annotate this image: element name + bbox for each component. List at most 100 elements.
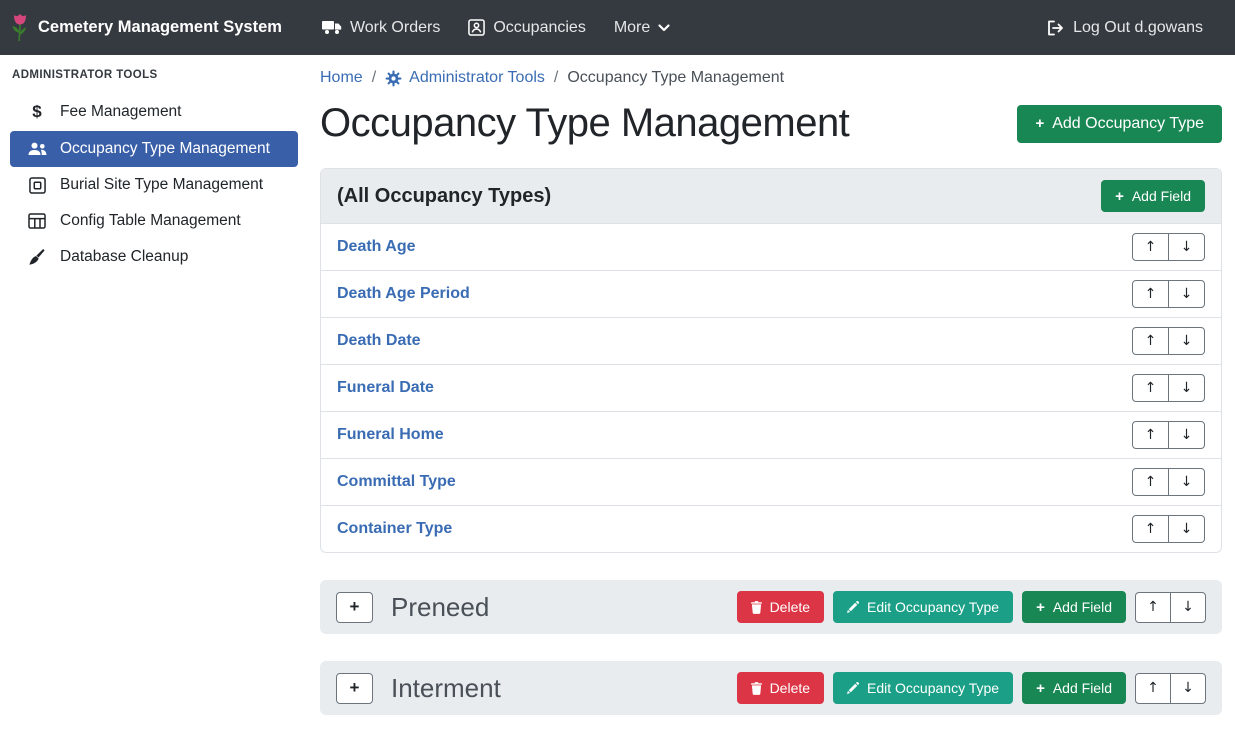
trash-icon <box>751 601 762 614</box>
breadcrumb-current: Occupancy Type Management <box>567 69 784 87</box>
app-title: Cemetery Management System <box>38 18 282 37</box>
field-link-death-age-period[interactable]: Death Age Period <box>337 285 470 303</box>
breadcrumb: Home / Administrator Tools <box>320 69 1222 87</box>
sidebar-item-label: Fee Management <box>60 103 182 121</box>
nav-work-orders[interactable]: Work Orders <box>308 11 454 45</box>
move-up-button[interactable]: ↑ <box>1132 233 1169 261</box>
move-up-button[interactable]: ↑ <box>1132 421 1169 449</box>
sidebar-item-label: Database Cleanup <box>60 248 188 266</box>
logout-icon <box>1047 20 1065 36</box>
move-down-button[interactable]: ↓ <box>1168 468 1205 496</box>
add-field-button[interactable]: + Add Field <box>1022 591 1126 623</box>
section-actions: Delete Edit Occupancy Type + Add Field <box>737 591 1206 623</box>
sidebar-item-label: Config Table Management <box>60 212 241 230</box>
arrow-down-icon: ↓ <box>1182 680 1194 696</box>
field-row: Funeral Date ↑ ↓ <box>321 364 1221 411</box>
arrow-up-icon: ↑ <box>1145 427 1157 443</box>
move-up-button[interactable]: ↑ <box>1132 468 1169 496</box>
arrow-up-icon: ↑ <box>1147 680 1159 696</box>
add-field-button[interactable]: + Add Field <box>1022 672 1126 704</box>
move-up-button[interactable]: ↑ <box>1132 327 1169 355</box>
edit-occupancy-type-label: Edit Occupancy Type <box>867 599 999 615</box>
occupancy-type-section-interment: + Interment Delete <box>320 661 1222 715</box>
move-down-button[interactable]: ↓ <box>1168 374 1205 402</box>
reorder-group: ↑ ↓ <box>1135 592 1206 623</box>
broom-icon <box>26 248 48 266</box>
delete-button[interactable]: Delete <box>737 672 824 704</box>
move-down-button[interactable]: ↓ <box>1168 327 1205 355</box>
arrow-down-icon: ↓ <box>1181 380 1193 396</box>
sidebar-heading: ADMINISTRATOR TOOLS <box>0 59 308 93</box>
reorder-group: ↑ ↓ <box>1132 327 1205 355</box>
logout-link[interactable]: Log Out d.gowans <box>1033 11 1217 45</box>
move-up-button[interactable]: ↑ <box>1135 673 1171 704</box>
arrow-down-icon: ↓ <box>1181 333 1193 349</box>
move-down-button[interactable]: ↓ <box>1168 280 1205 308</box>
section-actions: Delete Edit Occupancy Type + Add Field <box>737 672 1206 704</box>
sidebar-item-fee-management[interactable]: $ Fee Management <box>10 93 298 131</box>
move-down-button[interactable]: ↓ <box>1168 421 1205 449</box>
move-down-button[interactable]: ↓ <box>1168 515 1205 543</box>
field-link-funeral-home[interactable]: Funeral Home <box>337 426 444 444</box>
occupancies-frame-icon <box>468 19 485 36</box>
move-down-button[interactable]: ↓ <box>1168 233 1205 261</box>
users-icon <box>26 142 48 156</box>
sidebar-item-burial-site-type-management[interactable]: Burial Site Type Management <box>10 167 298 203</box>
nav-more-label: More <box>614 19 650 37</box>
move-down-button[interactable]: ↓ <box>1170 592 1206 623</box>
edit-occupancy-type-button[interactable]: Edit Occupancy Type <box>833 672 1013 704</box>
reorder-group: ↑ ↓ <box>1132 374 1205 402</box>
field-row: Death Age ↑ ↓ <box>321 224 1221 270</box>
arrow-down-icon: ↓ <box>1181 474 1193 490</box>
move-up-button[interactable]: ↑ <box>1132 280 1169 308</box>
sidebar-item-occupancy-type-management[interactable]: Occupancy Type Management <box>10 131 298 167</box>
field-row: Container Type ↑ ↓ <box>321 505 1221 552</box>
pencil-icon <box>847 682 859 694</box>
sidebar-item-config-table-management[interactable]: Config Table Management <box>10 203 298 239</box>
move-up-button[interactable]: ↑ <box>1132 515 1169 543</box>
main-content: Home / Administrator Tools <box>308 55 1235 738</box>
edit-occupancy-type-button[interactable]: Edit Occupancy Type <box>833 591 1013 623</box>
nav-occupancies[interactable]: Occupancies <box>454 11 600 45</box>
sidebar-item-label: Occupancy Type Management <box>60 140 270 158</box>
plus-icon: + <box>1115 189 1124 204</box>
plus-icon: + <box>1036 681 1045 696</box>
sidebar-item-database-cleanup[interactable]: Database Cleanup <box>10 239 298 275</box>
page-title: Occupancy Type Management <box>320 101 849 146</box>
move-down-button[interactable]: ↓ <box>1170 673 1206 704</box>
delete-button[interactable]: Delete <box>737 591 824 623</box>
dollar-icon: $ <box>26 102 48 122</box>
move-up-button[interactable]: ↑ <box>1132 374 1169 402</box>
frame-icon <box>26 177 48 194</box>
field-link-funeral-date[interactable]: Funeral Date <box>337 379 434 397</box>
arrow-up-icon: ↑ <box>1145 474 1157 490</box>
nav-work-orders-label: Work Orders <box>350 19 440 37</box>
field-link-death-date[interactable]: Death Date <box>337 332 421 350</box>
app-brand[interactable]: Cemetery Management System <box>10 13 282 43</box>
reorder-group: ↑ ↓ <box>1132 280 1205 308</box>
move-up-button[interactable]: ↑ <box>1135 592 1171 623</box>
add-field-button[interactable]: + Add Field <box>1101 180 1205 212</box>
breadcrumb-admin-tools-link[interactable]: Administrator Tools <box>385 69 545 87</box>
field-link-death-age[interactable]: Death Age <box>337 238 416 256</box>
field-link-committal-type[interactable]: Committal Type <box>337 473 456 491</box>
section-title: Preneed <box>391 592 489 623</box>
expand-section-button[interactable]: + <box>336 673 373 704</box>
arrow-down-icon: ↓ <box>1181 521 1193 537</box>
breadcrumb-home-link[interactable]: Home <box>320 69 363 87</box>
nav-occupancies-label: Occupancies <box>493 19 586 37</box>
field-link-container-type[interactable]: Container Type <box>337 520 452 538</box>
field-row: Death Date ↑ ↓ <box>321 317 1221 364</box>
reorder-group: ↑ ↓ <box>1132 233 1205 261</box>
plus-icon: + <box>350 678 360 698</box>
all-occupancy-types-header: (All Occupancy Types) + Add Field <box>321 169 1221 224</box>
plus-icon: + <box>350 597 360 617</box>
reorder-group: ↑ ↓ <box>1132 515 1205 543</box>
field-row: Death Age Period ↑ ↓ <box>321 270 1221 317</box>
expand-section-button[interactable]: + <box>336 592 373 623</box>
add-occupancy-type-button[interactable]: + Add Occupancy Type <box>1017 105 1222 143</box>
arrow-up-icon: ↑ <box>1145 286 1157 302</box>
nav-more[interactable]: More <box>600 11 684 45</box>
add-field-label: Add Field <box>1053 680 1112 696</box>
plus-icon: + <box>1036 600 1045 615</box>
